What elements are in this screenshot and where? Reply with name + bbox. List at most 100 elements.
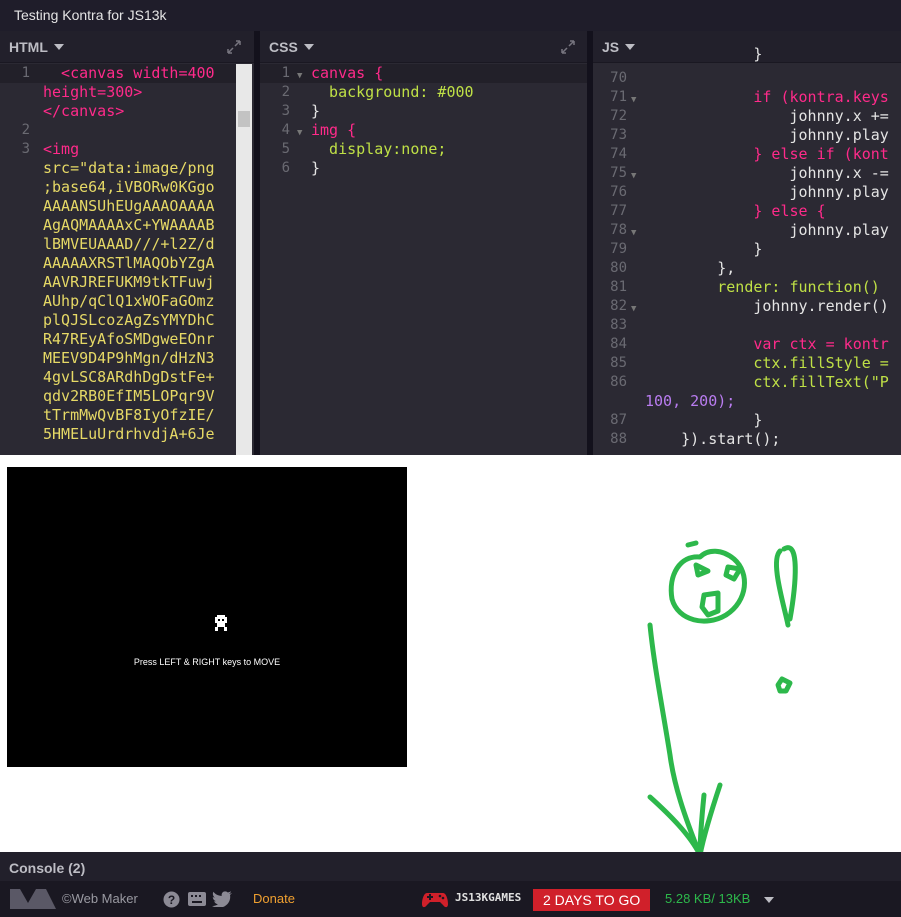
code-line: } [311, 159, 321, 177]
html-pane-title[interactable]: HTML [9, 31, 64, 63]
css-pane: CSS 1 2 3 4 5 6 ▼ ▼ canvas { background:… [260, 31, 587, 455]
code-line: } [645, 45, 763, 63]
code-line: AAVRJREFUKM9tkTFuwj [43, 273, 215, 291]
css-pane-header[interactable]: CSS [260, 31, 587, 63]
code-size-indicator[interactable]: 5.28 KB/ 13KB [665, 881, 750, 917]
footer-bar: ©Web Maker ? Donate JS13KGAMES 2 DAYS TO… [0, 881, 901, 917]
line-number: 71 [610, 89, 627, 105]
webmaker-logo-icon[interactable] [10, 889, 56, 909]
js-code-editor[interactable]: } 70 71 72 73 74 75 76 77 78 79 80 81 82… [593, 45, 901, 455]
css-code-editor[interactable]: 1 2 3 4 5 6 ▼ ▼ canvas { background: #00… [260, 64, 587, 455]
code-line: R47REyAfoSMDgweEOnr [43, 330, 215, 348]
code-line: ctx.fillText("P [645, 373, 889, 391]
code-line: ctx.fillStyle = [645, 354, 889, 372]
chevron-down-icon[interactable] [303, 44, 314, 50]
code-line: background: #000 [311, 83, 474, 101]
fold-arrow-icon[interactable]: ▼ [297, 124, 302, 143]
chevron-down-icon[interactable] [764, 897, 774, 903]
code-line: var ctx = kontr [645, 335, 889, 353]
line-number: 1 [281, 65, 290, 81]
game-instructions: Press LEFT & RIGHT keys to MOVE [133, 657, 281, 667]
line-number: 80 [610, 260, 627, 276]
svg-text:?: ? [168, 893, 175, 907]
line-number: 74 [610, 146, 627, 162]
code-line: johnny.play [645, 126, 889, 144]
code-line: 5HMELuUrdrhvdjA+6Je [43, 425, 215, 443]
code-line: if (kontra.keys [645, 88, 889, 106]
countdown-badge[interactable]: 2 DAYS TO GO [533, 889, 651, 911]
fold-arrow-icon[interactable]: ▼ [631, 224, 636, 243]
code-line: <canvas width=400 [43, 64, 215, 82]
code-line: 4gvLSC8ARdhDgDstFe+ [43, 368, 215, 386]
code-line: AAAANSUhEUgAAAOAAAA [43, 197, 215, 215]
line-number: 88 [610, 431, 627, 447]
console-toggle[interactable]: Console (2) [0, 852, 901, 881]
chevron-down-icon[interactable] [53, 44, 64, 50]
line-number: 75 [610, 165, 627, 181]
preview-area: Press LEFT & RIGHT keys to MOVE [0, 455, 901, 858]
code-line: AAAAAXRSTlMAQObYZgA [43, 254, 215, 272]
help-icon[interactable]: ? [163, 891, 180, 908]
line-number: 87 [610, 412, 627, 428]
keyboard-icon[interactable] [188, 892, 206, 906]
line-number: 83 [610, 317, 627, 333]
line-number: 1 [21, 65, 30, 81]
scrollbar-thumb[interactable] [238, 111, 250, 127]
gamepad-icon[interactable] [422, 891, 448, 909]
code-line: johnny.x += [645, 107, 889, 125]
line-number: 2 [21, 122, 30, 138]
code-line: src="data:image/png [43, 159, 215, 177]
code-line: plQJSLcozAgZsYMYDhC [43, 311, 215, 329]
line-number: 84 [610, 336, 627, 352]
code-line: } [645, 411, 763, 429]
window-title: Testing Kontra for JS13k [0, 0, 901, 31]
code-line: ;base64,iVBORw0KGgo [43, 178, 215, 196]
chevron-down-icon[interactable] [625, 44, 636, 50]
code-line: johnny.x -= [645, 164, 889, 182]
line-number: 81 [610, 279, 627, 295]
code-line: tTrmMwQvBF8IyOfzIE/ [43, 406, 215, 424]
line-number: 2 [281, 84, 290, 100]
code-line: render: function() [645, 278, 880, 296]
fold-arrow-icon[interactable]: ▼ [631, 167, 636, 186]
fold-arrow-icon[interactable]: ▼ [297, 67, 302, 86]
line-number: 70 [610, 70, 627, 86]
code-line: canvas { [311, 64, 384, 82]
code-line: } else if (kont [645, 145, 889, 163]
js13k-link[interactable]: JS13KGAMES [455, 881, 521, 914]
html-pane: HTML 1 2 3 <canvas width=400 height=300>… [0, 31, 254, 455]
fold-arrow-icon[interactable]: ▼ [631, 91, 636, 110]
css-pane-title[interactable]: CSS [269, 31, 314, 63]
code-line: }, [645, 259, 736, 277]
line-number: 3 [21, 141, 30, 157]
html-code-editor[interactable]: 1 2 3 <canvas width=400 height=300> </ca… [0, 64, 254, 455]
code-line: display:none; [311, 140, 447, 158]
hand-drawn-annotation [647, 540, 798, 858]
code-line: 100, 200); [645, 392, 736, 410]
twitter-icon[interactable] [212, 891, 232, 907]
code-line: }).start(); [645, 430, 781, 448]
code-line: img { [311, 121, 357, 139]
code-line: </canvas> [43, 102, 125, 120]
donate-link[interactable]: Donate [253, 881, 295, 917]
line-number: 79 [610, 241, 627, 257]
code-line: } [311, 102, 321, 120]
line-number: 5 [281, 141, 290, 157]
expand-icon[interactable] [560, 39, 576, 55]
line-number: 3 [281, 103, 290, 119]
line-number: 86 [610, 374, 627, 390]
fold-arrow-icon[interactable]: ▼ [631, 300, 636, 319]
code-line: <img [43, 140, 80, 158]
brand-link[interactable]: ©Web Maker [62, 881, 138, 917]
code-line: } else { [645, 202, 826, 220]
code-line: AgAQMAAAAxC+YWAAAAB [43, 216, 215, 234]
game-canvas[interactable]: Press LEFT & RIGHT keys to MOVE [7, 467, 407, 767]
code-line: johnny.play [645, 183, 889, 201]
expand-icon[interactable] [226, 39, 242, 55]
html-pane-header[interactable]: HTML [0, 31, 254, 63]
code-line: AUhp/qClQ1xWOFaGOmz [43, 292, 215, 310]
js-pane: JS } 70 71 72 73 74 75 76 77 78 79 80 81… [593, 31, 901, 455]
editor-area: HTML 1 2 3 <canvas width=400 height=300>… [0, 31, 901, 455]
code-line: } [645, 240, 763, 258]
code-line: johnny.render() [645, 297, 889, 315]
